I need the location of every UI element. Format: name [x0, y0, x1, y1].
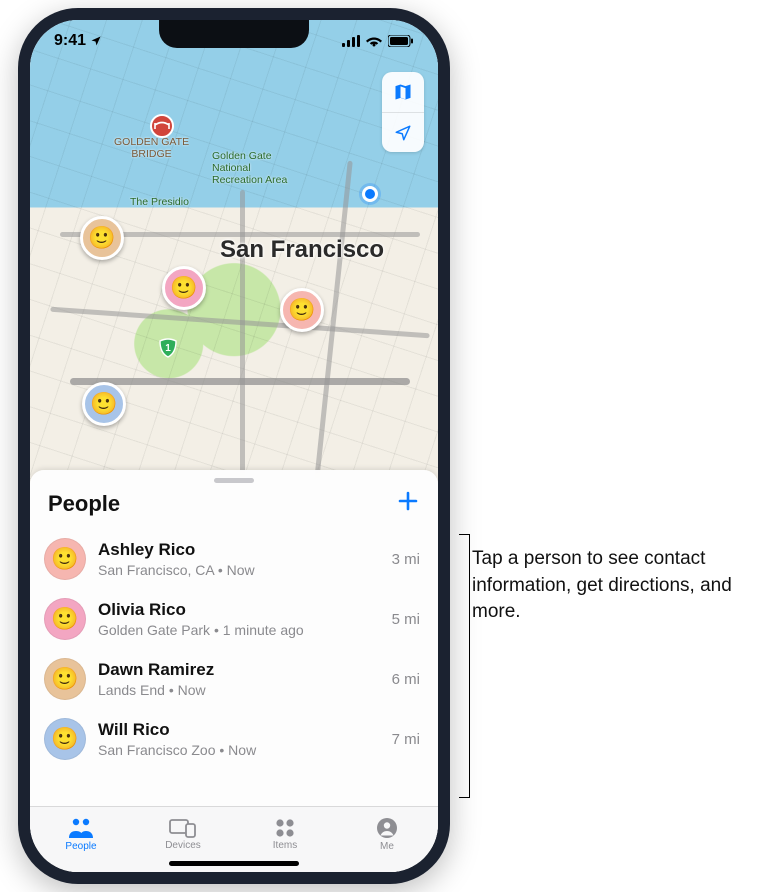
- map-poi-presidio: The Presidio: [130, 196, 189, 208]
- person-sub: San Francisco, CA • Now: [98, 562, 380, 578]
- map-mode-button[interactable]: [382, 72, 424, 112]
- map-poi-gg-bridge: GOLDEN GATE BRIDGE: [114, 136, 189, 160]
- avatar: 🙂: [44, 658, 86, 700]
- tab-label: Devices: [165, 840, 201, 851]
- map-poi-gg-nra: Golden Gate National Recreation Area: [212, 150, 287, 186]
- map-pin[interactable]: 🙂: [280, 288, 324, 332]
- map-icon: [393, 82, 413, 102]
- person-distance: 7 mi: [392, 731, 420, 748]
- person-name: Ashley Rico: [98, 540, 380, 560]
- map-pin[interactable]: 🙂: [80, 216, 124, 260]
- map-city-label: San Francisco: [220, 236, 384, 264]
- people-icon: [68, 817, 94, 839]
- location-arrow-icon: [394, 124, 412, 142]
- list-item[interactable]: 🙂 Dawn Ramirez Lands End • Now 6 mi: [30, 649, 438, 709]
- list-item[interactable]: 🙂 Will Rico San Francisco Zoo • Now 7 mi: [30, 709, 438, 769]
- plus-icon: [396, 489, 420, 513]
- cellular-icon: [342, 35, 360, 47]
- person-sub: San Francisco Zoo • Now: [98, 742, 380, 758]
- person-distance: 5 mi: [392, 611, 420, 628]
- tab-devices[interactable]: Devices: [132, 807, 234, 862]
- avatar: 🙂: [44, 718, 86, 760]
- list-item[interactable]: 🙂 Ashley Rico San Francisco, CA • Now 3 …: [30, 529, 438, 589]
- battery-icon: [388, 35, 414, 47]
- callout-bracket: [452, 534, 470, 798]
- user-location-dot: [362, 186, 378, 202]
- person-distance: 6 mi: [392, 671, 420, 688]
- locate-me-button[interactable]: [382, 112, 424, 152]
- tab-items[interactable]: Items: [234, 807, 336, 862]
- tab-people[interactable]: People: [30, 807, 132, 862]
- list-item[interactable]: 🙂 Olivia Rico Golden Gate Park • 1 minut…: [30, 589, 438, 649]
- add-person-button[interactable]: [396, 489, 420, 519]
- tab-me[interactable]: Me: [336, 807, 438, 862]
- person-name: Will Rico: [98, 720, 380, 740]
- devices-icon: [169, 818, 197, 838]
- person-distance: 3 mi: [392, 551, 420, 568]
- sheet-title: People: [48, 491, 120, 517]
- callout-text: Tap a person to see contact information,…: [472, 546, 742, 626]
- items-icon: [275, 818, 295, 838]
- home-indicator[interactable]: [169, 861, 299, 866]
- location-services-icon: [90, 35, 102, 47]
- person-name: Dawn Ramirez: [98, 660, 380, 680]
- tab-label: People: [65, 841, 96, 852]
- avatar: 🙂: [44, 538, 86, 580]
- status-time: 9:41: [54, 32, 86, 50]
- person-icon: [376, 817, 398, 839]
- route-shield-icon: 1: [158, 338, 178, 358]
- avatar: 🙂: [44, 598, 86, 640]
- phone-notch: [159, 20, 309, 48]
- person-sub: Golden Gate Park • 1 minute ago: [98, 622, 380, 638]
- map-poi-bridge-icon: [150, 114, 174, 138]
- wifi-icon: [366, 35, 382, 47]
- map-controls: [382, 72, 424, 152]
- tab-label: Me: [380, 841, 394, 852]
- sheet-grabber[interactable]: [214, 478, 254, 483]
- phone-frame: San Francisco GOLDEN GATE BRIDGE Golden …: [18, 8, 450, 884]
- map-pin[interactable]: 🙂: [82, 382, 126, 426]
- svg-text:1: 1: [165, 343, 171, 354]
- tab-label: Items: [273, 840, 297, 851]
- phone-screen: San Francisco GOLDEN GATE BRIDGE Golden …: [30, 20, 438, 872]
- person-sub: Lands End • Now: [98, 682, 380, 698]
- map-pin[interactable]: 🙂: [162, 266, 206, 310]
- person-name: Olivia Rico: [98, 600, 380, 620]
